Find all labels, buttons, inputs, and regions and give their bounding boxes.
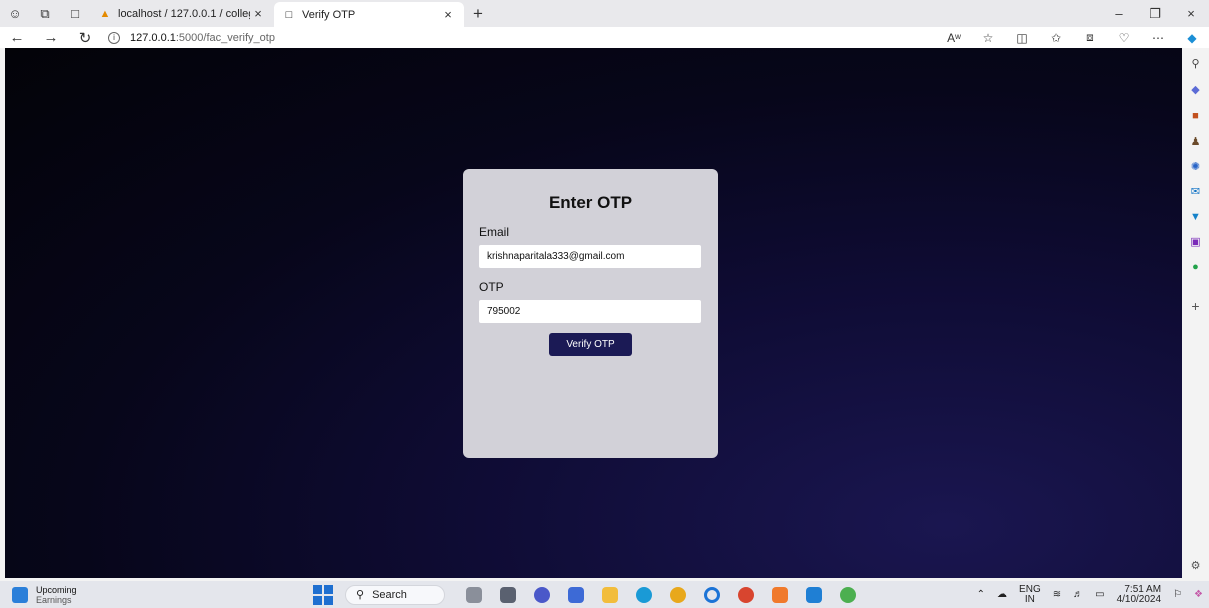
email-label: Email — [479, 225, 510, 239]
system-tray: ⌃ ☁ ENG IN ≋ ♬ ▭ 7:51 AM 4/10/2024 ⚐ ❖ — [971, 581, 1209, 608]
refresh-button[interactable]: ↻ — [68, 27, 102, 48]
settings-gear-icon[interactable]: ⚙ — [1188, 558, 1203, 573]
meet-app-icon[interactable] — [530, 585, 554, 605]
taskbar-search[interactable]: ⚲ Search — [345, 584, 445, 605]
page-viewport: Enter OTP Email OTP Verify OTP — [5, 48, 1182, 578]
tab-phpmyadmin[interactable]: ▲ localhost / 127.0.0.1 / collegedb × — [90, 0, 274, 27]
tab-verify-otp[interactable]: □ Verify OTP × — [274, 2, 464, 27]
widget-title: Upcoming — [36, 585, 77, 595]
onedrive-icon[interactable]: ☁ — [997, 589, 1007, 600]
windows-taskbar: Upcoming Earnings ⚲ Search ⌃ ☁ ENG IN ≋ … — [0, 581, 1209, 608]
onenote-icon[interactable]: ▣ — [1188, 234, 1203, 249]
weather-widget[interactable]: Upcoming Earnings — [12, 585, 77, 605]
collections-icon[interactable]: ⧈ — [1073, 27, 1107, 48]
taskbar-apps: ⚲ Search — [313, 584, 865, 605]
add-icon[interactable]: + — [1188, 298, 1203, 314]
shopping-icon[interactable]: ■ — [1188, 108, 1203, 123]
edge-sidebar: ⚲ ◆ ■ ♟ ✺ ✉ ▼ ▣ ● + ⚙ — [1182, 48, 1209, 578]
otp-card: Enter OTP Email OTP Verify OTP — [463, 169, 718, 458]
close-window-icon[interactable]: × — [1173, 0, 1209, 27]
close-icon[interactable]: × — [250, 6, 266, 21]
chrome-profile-icon[interactable] — [734, 585, 758, 605]
chrome-icon[interactable] — [666, 585, 690, 605]
page-icon: □ — [285, 8, 293, 21]
restore-icon[interactable]: ❐ — [1137, 0, 1173, 27]
tab-label: Verify OTP — [302, 8, 356, 21]
new-tab-button[interactable]: + — [464, 0, 492, 27]
page-title: Enter OTP — [548, 193, 633, 212]
start-windows-icon[interactable] — [313, 584, 333, 605]
otp-label: OTP — [479, 280, 504, 294]
drop-icon[interactable]: ▼ — [1188, 209, 1203, 224]
lang-region: IN — [1024, 593, 1035, 605]
address-bar: ← → ↻ i 127.0.0.1:5000/fac_verify_otp Aʷ… — [0, 27, 1209, 48]
task-view-icon[interactable] — [496, 585, 520, 605]
url-host: 127.0.0.1 — [130, 31, 176, 44]
clock-date: 4/10/2024 — [1116, 593, 1162, 605]
volume-icon[interactable]: ♬ — [1073, 589, 1083, 600]
phpmyadmin-icon: ▲ — [99, 7, 111, 20]
clock[interactable]: 7:51 AM 4/10/2024 — [1116, 583, 1162, 605]
verify-otp-button[interactable]: Verify OTP — [549, 333, 632, 356]
tag-icon[interactable]: ◆ — [1188, 82, 1203, 97]
battery-icon[interactable]: ▭ — [1095, 589, 1104, 600]
back-button[interactable]: ← — [0, 27, 34, 48]
url-path: :5000/fac_verify_otp — [175, 31, 275, 44]
minimize-icon[interactable]: – — [1101, 0, 1137, 27]
read-aloud-icon[interactable]: Aʷ — [937, 27, 971, 48]
forward-button[interactable]: → — [34, 27, 68, 48]
workspaces-icon[interactable]: ⧉ — [30, 0, 60, 27]
tab-label: localhost / 127.0.0.1 / collegedb — [118, 7, 250, 20]
browser-toolbar: Aʷ ☆ ◫ ✩ ⧈ ♡ ⋯ ◆ — [937, 27, 1209, 48]
email-field[interactable] — [479, 245, 701, 268]
site-info-icon[interactable]: i — [108, 31, 120, 44]
edge-browser-icon[interactable] — [632, 585, 656, 605]
widgets-app-icon[interactable] — [462, 585, 486, 605]
xampp-icon[interactable] — [768, 585, 792, 605]
performance-icon[interactable]: ♡ — [1107, 27, 1141, 48]
browser-tab-bar: ☺ ⧉ □ ▲ localhost / 127.0.0.1 / colleged… — [0, 0, 1209, 27]
cortana-icon[interactable] — [700, 585, 724, 605]
window-controls: – ❐ × — [1101, 0, 1209, 27]
profile-icon[interactable]: ☺ — [0, 0, 30, 27]
store-app-icon[interactable] — [564, 585, 588, 605]
wifi-icon[interactable]: ≋ — [1053, 589, 1061, 600]
search-icon[interactable]: ⚲ — [1188, 56, 1203, 71]
favorite-star-icon[interactable]: ☆ — [971, 27, 1005, 48]
file-explorer-icon[interactable] — [598, 585, 622, 605]
chrome-alt-icon[interactable] — [836, 585, 860, 605]
language-indicator[interactable]: ENG IN — [1019, 583, 1041, 605]
otp-field[interactable] — [479, 300, 701, 323]
copilot-taskbar-icon[interactable]: ❖ — [1194, 589, 1203, 600]
favorites-icon[interactable]: ✩ — [1039, 27, 1073, 48]
notification-icon[interactable]: ⚐ — [1173, 589, 1182, 600]
widget-subtitle: Earnings — [36, 595, 72, 605]
copilot-icon[interactable]: ◆ — [1175, 27, 1209, 48]
chevron-up-icon[interactable]: ⌃ — [977, 589, 985, 600]
tab-actions-icon[interactable]: □ — [60, 0, 90, 27]
lang-code: ENG — [1019, 583, 1041, 595]
search-label: Search — [372, 588, 407, 601]
close-icon[interactable]: × — [440, 7, 456, 22]
search-icon: ⚲ — [356, 589, 365, 601]
people-icon[interactable]: ♟ — [1188, 134, 1203, 149]
vscode-icon[interactable] — [802, 585, 826, 605]
outlook-icon[interactable]: ✉ — [1188, 184, 1203, 199]
clock-time: 7:51 AM — [1124, 583, 1162, 595]
url-field[interactable]: i 127.0.0.1:5000/fac_verify_otp — [102, 31, 937, 44]
tools-icon[interactable]: ✺ — [1188, 159, 1203, 174]
split-screen-icon[interactable]: ◫ — [1005, 27, 1039, 48]
more-options-icon[interactable]: ⋯ — [1141, 27, 1175, 48]
whatsapp-icon[interactable]: ● — [1188, 259, 1203, 274]
stocks-icon — [12, 587, 28, 603]
